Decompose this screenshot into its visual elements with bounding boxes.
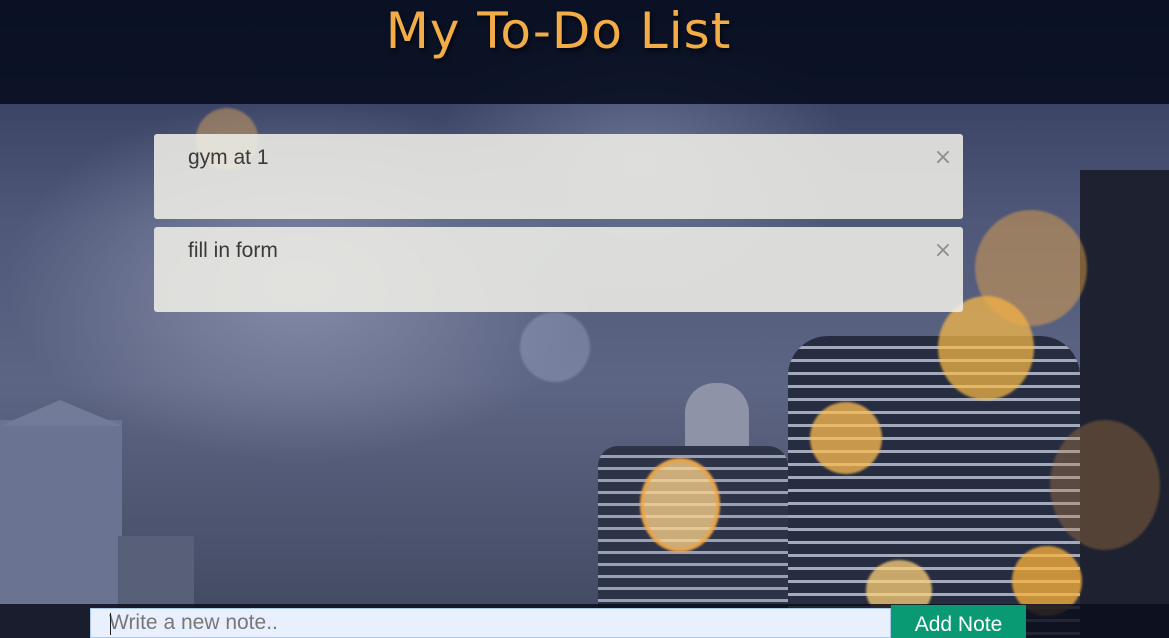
header-bar: My To-Do List — [0, 0, 1169, 104]
notes-list: gym at 1 × fill in form × — [154, 134, 963, 320]
right-dark-tower — [1080, 170, 1169, 638]
note-text: fill in form — [188, 239, 278, 262]
note-item[interactable]: fill in form × — [154, 227, 963, 312]
bokeh-light — [520, 312, 590, 382]
close-icon[interactable]: × — [933, 147, 953, 169]
add-note-button[interactable]: Add Note — [891, 605, 1026, 638]
bokeh-light — [640, 458, 720, 552]
close-icon[interactable]: × — [933, 240, 953, 262]
text-caret — [110, 613, 111, 635]
note-text: gym at 1 — [188, 146, 269, 169]
bokeh-light — [975, 210, 1087, 326]
note-item[interactable]: gym at 1 × — [154, 134, 963, 219]
bokeh-light — [1050, 420, 1160, 550]
bokeh-light — [810, 402, 882, 474]
new-note-input[interactable] — [90, 608, 891, 638]
tower-core — [685, 383, 749, 453]
left-building-roof — [0, 400, 122, 426]
page-title: My To-Do List — [385, 2, 732, 60]
